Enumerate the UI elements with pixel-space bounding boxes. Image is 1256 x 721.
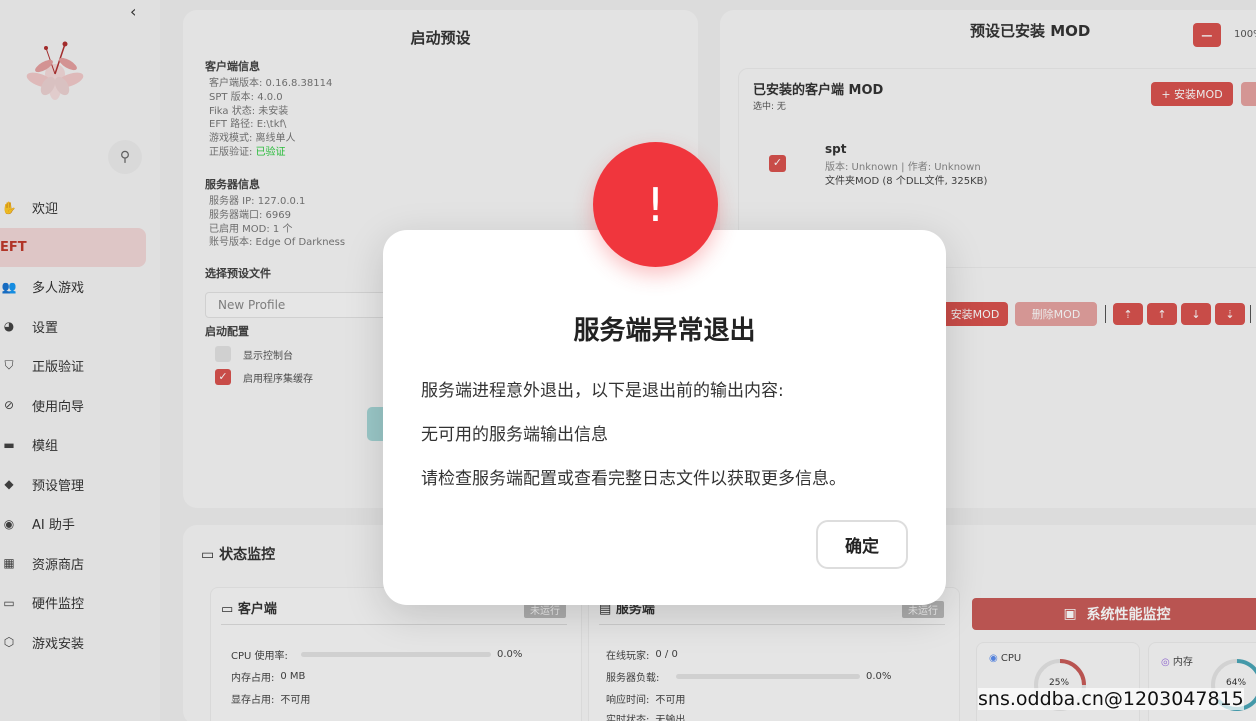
dialog-message-1: 服务端进程意外退出，以下是退出前的输出内容:: [421, 381, 784, 401]
alert-icon: !: [593, 142, 718, 267]
ok-button[interactable]: 确定: [816, 520, 908, 569]
watermark: sns.oddba.cn@1203047815: [978, 688, 1244, 710]
error-dialog: 服务端异常退出 服务端进程意外退出，以下是退出前的输出内容: 无可用的服务端输出…: [383, 230, 946, 605]
dialog-message-3: 请检查服务端配置或查看完整日志文件以获取更多信息。: [421, 469, 846, 489]
dialog-message-2: 无可用的服务端输出信息: [421, 425, 608, 445]
dialog-title: 服务端异常退出: [573, 316, 756, 346]
